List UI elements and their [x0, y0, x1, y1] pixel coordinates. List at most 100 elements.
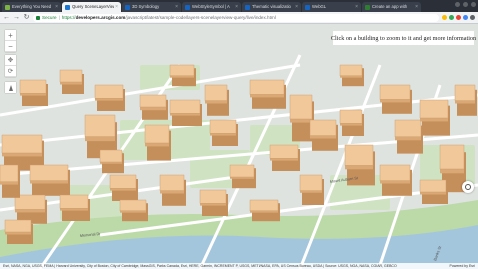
- building-roof: [439, 144, 465, 170]
- action-button[interactable]: [462, 181, 474, 193]
- extension-icon[interactable]: [456, 15, 461, 20]
- window-control-button[interactable]: [455, 2, 460, 7]
- building-roof: [339, 64, 363, 77]
- url-path: /javascript/latest/sample-code/layers-sc…: [125, 15, 276, 20]
- zoom-widget: + −: [5, 30, 16, 52]
- building-roof: [1, 134, 43, 154]
- tab-favicon-icon: [125, 4, 130, 10]
- building-roof: [394, 119, 422, 137]
- tab-label: WebStyleSymbol | A: [192, 4, 230, 9]
- tab-label: WebGL: [312, 4, 327, 9]
- attribution-text: Esri, NASA, NGA, USGS, FEMA | Harvard Un…: [3, 264, 397, 268]
- compass-icon: [8, 84, 13, 91]
- building-roof: [29, 164, 69, 181]
- building-roof: [454, 84, 476, 101]
- compass-button[interactable]: [5, 82, 16, 93]
- tab-label: Thematic visualizatio: [252, 4, 291, 9]
- url-text: https://developers.arcgis.com/javascript…: [62, 15, 276, 20]
- reload-button[interactable]: ↻: [23, 13, 30, 23]
- browser-tab[interactable]: Everything You Need ×: [2, 2, 61, 12]
- tab-close-icon[interactable]: ×: [115, 4, 118, 10]
- browser-tab[interactable]: 3D Symbology ×: [122, 2, 181, 12]
- scene-canvas[interactable]: Memorial DrMount Auburn StBanks St: [0, 25, 478, 269]
- building-roof: [209, 119, 237, 134]
- building-roof: [309, 119, 337, 136]
- window-controls: [455, 2, 476, 7]
- zoom-in-button[interactable]: +: [5, 30, 16, 41]
- tab-label: 3D Symbology: [132, 4, 160, 9]
- building-roof: [144, 124, 170, 144]
- extension-icons: [442, 15, 475, 20]
- extension-icon[interactable]: [442, 15, 447, 20]
- tab-close-icon[interactable]: ×: [175, 4, 178, 10]
- building-roof: [339, 109, 363, 124]
- window-control-button[interactable]: [471, 2, 476, 7]
- tab-close-icon[interactable]: ×: [355, 4, 358, 10]
- building-roof: [229, 164, 255, 178]
- lock-icon: [36, 15, 40, 20]
- pan-icon[interactable]: ✥: [5, 55, 16, 66]
- building-roof: [0, 164, 19, 182]
- tab-close-icon[interactable]: ×: [415, 4, 418, 10]
- browser-tab[interactable]: Thematic visualizatio ×: [242, 2, 301, 12]
- back-button[interactable]: ←: [3, 13, 10, 23]
- tab-favicon-icon: [185, 4, 190, 10]
- tab-favicon-icon: [65, 4, 70, 10]
- building-roof: [59, 69, 83, 83]
- tab-favicon-icon: [245, 4, 250, 10]
- building-roof: [94, 84, 124, 99]
- building-roof: [249, 199, 279, 212]
- browser-tab[interactable]: WebGL ×: [302, 2, 361, 12]
- browser-tab-strip: Everything You Need × Query SceneLayerView…: [0, 0, 478, 12]
- building-roof: [379, 84, 411, 100]
- building-roof: [4, 219, 32, 233]
- building-roof: [84, 114, 116, 137]
- building-roof: [99, 149, 123, 163]
- tab-favicon-icon: [305, 4, 310, 10]
- browser-tab[interactable]: Create an app with ×: [362, 2, 421, 12]
- extension-icon[interactable]: [449, 15, 454, 20]
- tab-close-icon[interactable]: ×: [55, 4, 58, 10]
- url-host: developers.arcgis.com: [75, 15, 126, 20]
- info-text: Click on a building to zoom to it and ge…: [330, 34, 477, 42]
- building-roof: [169, 64, 195, 77]
- building-roof: [419, 99, 449, 119]
- url-scheme: https://: [61, 15, 76, 20]
- building-roof: [344, 144, 374, 166]
- address-separator: |: [58, 15, 60, 20]
- powered-by-esri[interactable]: Powered by Esri: [450, 264, 475, 268]
- navigation-toggle: ✥ ⟳: [5, 55, 16, 77]
- zoom-out-button[interactable]: −: [5, 41, 16, 52]
- building-roof: [159, 174, 185, 191]
- forward-button[interactable]: →: [13, 13, 20, 23]
- building-roof: [169, 99, 201, 114]
- building-roof: [299, 174, 323, 191]
- browser-toolbar: ← → ↻ Secure | https://developers.arcgis…: [0, 12, 478, 24]
- extension-icon[interactable]: [470, 15, 475, 20]
- tab-close-icon[interactable]: ×: [235, 4, 238, 10]
- rotate-icon[interactable]: ⟳: [5, 66, 16, 77]
- attribution-bar: Esri, NASA, NGA, USGS, FEMA | Harvard Un…: [0, 263, 478, 269]
- building-roof: [199, 189, 227, 204]
- tab-favicon-icon: [365, 4, 370, 10]
- extension-icon[interactable]: [463, 15, 468, 20]
- building-roof: [419, 179, 447, 193]
- window-control-button[interactable]: [463, 2, 468, 7]
- browser-tab[interactable]: Query SceneLayerView ×: [62, 2, 121, 12]
- building-roof: [109, 174, 137, 189]
- building-roof: [119, 199, 147, 212]
- tab-label: Create an app with: [372, 4, 408, 9]
- info-panel: Click on a building to zoom to it and ge…: [330, 31, 477, 45]
- tab-label: Query SceneLayerView: [72, 4, 115, 9]
- address-bar[interactable]: Secure | https://developers.arcgis.com/j…: [33, 13, 439, 22]
- tab-favicon-icon: [5, 4, 10, 10]
- scene-view[interactable]: Memorial Dr Mount Auburn St Banks St: [0, 25, 478, 269]
- building-roof: [59, 194, 89, 209]
- browser-tab[interactable]: WebStyleSymbol | A ×: [182, 2, 241, 12]
- tab-close-icon[interactable]: ×: [295, 4, 298, 10]
- building-roof: [204, 84, 228, 101]
- building-roof: [249, 79, 285, 95]
- secure-label: Secure: [42, 15, 57, 20]
- building-roof: [269, 144, 299, 159]
- building-roof: [139, 94, 167, 108]
